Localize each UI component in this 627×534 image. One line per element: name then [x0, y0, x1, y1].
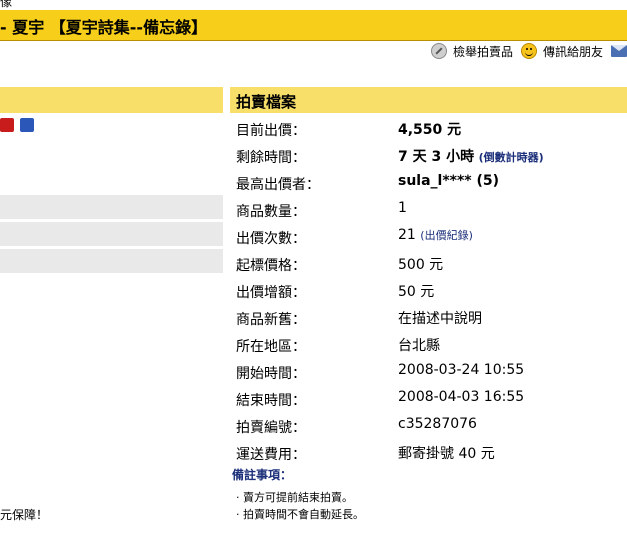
value-bid-count-group: 21 (出價紀錄): [398, 227, 473, 243]
left-info-row: [0, 249, 223, 273]
label-auction-id: 拍賣編號：: [236, 420, 306, 436]
label-bid-increment: 出價增額：: [236, 285, 306, 301]
value-end-time: 2008-04-03 16:55: [398, 389, 525, 405]
row-condition: 商品新舊： 在描述中說明: [230, 304, 627, 331]
page-title: - 夏宇 【夏宇詩集--備忘錄】: [0, 18, 208, 37]
value-bid-count: 21: [398, 227, 416, 243]
row-start-time: 開始時間： 2008-03-24 10:55: [230, 358, 627, 385]
label-condition: 商品新舊：: [236, 312, 306, 328]
value-shipping-fee: 郵寄掛號 40 元: [398, 446, 495, 462]
auction-header-title: 拍賣檔案: [236, 93, 297, 111]
value-condition: 在描述中說明: [398, 311, 482, 327]
label-end-time: 結束時間：: [236, 393, 306, 409]
message-label: 傳訊給朋友: [542, 44, 603, 59]
report-label: 檢舉拍賣品: [452, 44, 513, 59]
bid-history-link[interactable]: (出價紀錄): [420, 229, 473, 242]
notes-title: 備註事項：: [232, 468, 293, 482]
value-top-bidder[interactable]: sula_l**** (5): [398, 173, 499, 189]
label-location: 所在地區：: [236, 339, 306, 355]
checkmark-icon[interactable]: [20, 118, 34, 132]
label-shipping-fee: 運送費用：: [236, 447, 306, 463]
row-location: 所在地區： 台北縣: [230, 331, 627, 358]
mail-link[interactable]: [611, 45, 627, 57]
value-current-bid: 4,550 元: [398, 122, 462, 138]
label-quantity: 商品數量：: [236, 204, 306, 220]
value-quantity: 1: [398, 200, 407, 216]
value-start-time: 2008-03-24 10:55: [398, 362, 525, 378]
countdown-timer-link[interactable]: (倒數計時器): [479, 151, 544, 164]
value-location: 台北縣: [398, 338, 440, 354]
auction-header-bar: 拍賣檔案: [230, 87, 627, 113]
row-shipping-fee: 運送費用： 郵寄掛號 40 元: [230, 439, 627, 466]
label-current-bid: 目前出價：: [236, 123, 306, 139]
auction-details-table: 目前出價： 4,550 元 剩餘時間： 7 天 3 小時 (倒數計時器) 最高出…: [230, 115, 627, 466]
note-item: ‧ 拍賣時間不會自動延長。: [236, 508, 364, 521]
left-panel-icons: [0, 118, 34, 132]
report-icon: [430, 43, 447, 59]
row-starting-price: 起標價格： 500 元: [230, 250, 627, 277]
guarantee-text: 元保障！: [0, 508, 49, 522]
row-auction-id: 拍賣編號： c35287076: [230, 412, 627, 439]
edit-icon[interactable]: [0, 118, 14, 132]
mail-icon: [611, 45, 627, 57]
action-toolbar: 檢舉拍賣品 傳訊給朋友: [430, 42, 627, 60]
value-time-left: 7 天 3 小時: [398, 149, 475, 165]
left-panel-header: [0, 87, 223, 113]
value-auction-id: c35287076: [398, 416, 477, 432]
smile-icon: [520, 43, 537, 59]
title-bar: - 夏宇 【夏宇詩集--備忘錄】: [0, 10, 627, 41]
value-bid-increment: 50 元: [398, 284, 435, 300]
report-item-link[interactable]: 檢舉拍賣品: [430, 43, 513, 60]
top-fragment-text: 像: [0, 0, 13, 9]
value-time-left-group: 7 天 3 小時 (倒數計時器): [398, 146, 544, 166]
label-bid-count: 出價次數：: [236, 231, 306, 247]
label-time-left: 剩餘時間：: [236, 150, 306, 166]
left-info-row: [0, 195, 223, 219]
label-starting-price: 起標價格：: [236, 258, 306, 274]
value-starting-price: 500 元: [398, 257, 444, 273]
row-end-time: 結束時間： 2008-04-03 16:55: [230, 385, 627, 412]
row-current-bid: 目前出價： 4,550 元: [230, 115, 627, 142]
label-top-bidder: 最高出價者：: [236, 177, 320, 193]
row-quantity: 商品數量： 1: [230, 196, 627, 223]
row-bid-count: 出價次數： 21 (出價紀錄): [230, 223, 627, 250]
left-info-row: [0, 222, 223, 246]
message-friend-link[interactable]: 傳訊給朋友: [520, 43, 603, 60]
row-time-left: 剩餘時間： 7 天 3 小時 (倒數計時器): [230, 142, 627, 169]
note-item: ‧ 賣方可提前結束拍賣。: [236, 491, 353, 504]
row-top-bidder: 最高出價者： sula_l**** (5): [230, 169, 627, 196]
row-bid-increment: 出價增額： 50 元: [230, 277, 627, 304]
label-start-time: 開始時間：: [236, 366, 306, 382]
